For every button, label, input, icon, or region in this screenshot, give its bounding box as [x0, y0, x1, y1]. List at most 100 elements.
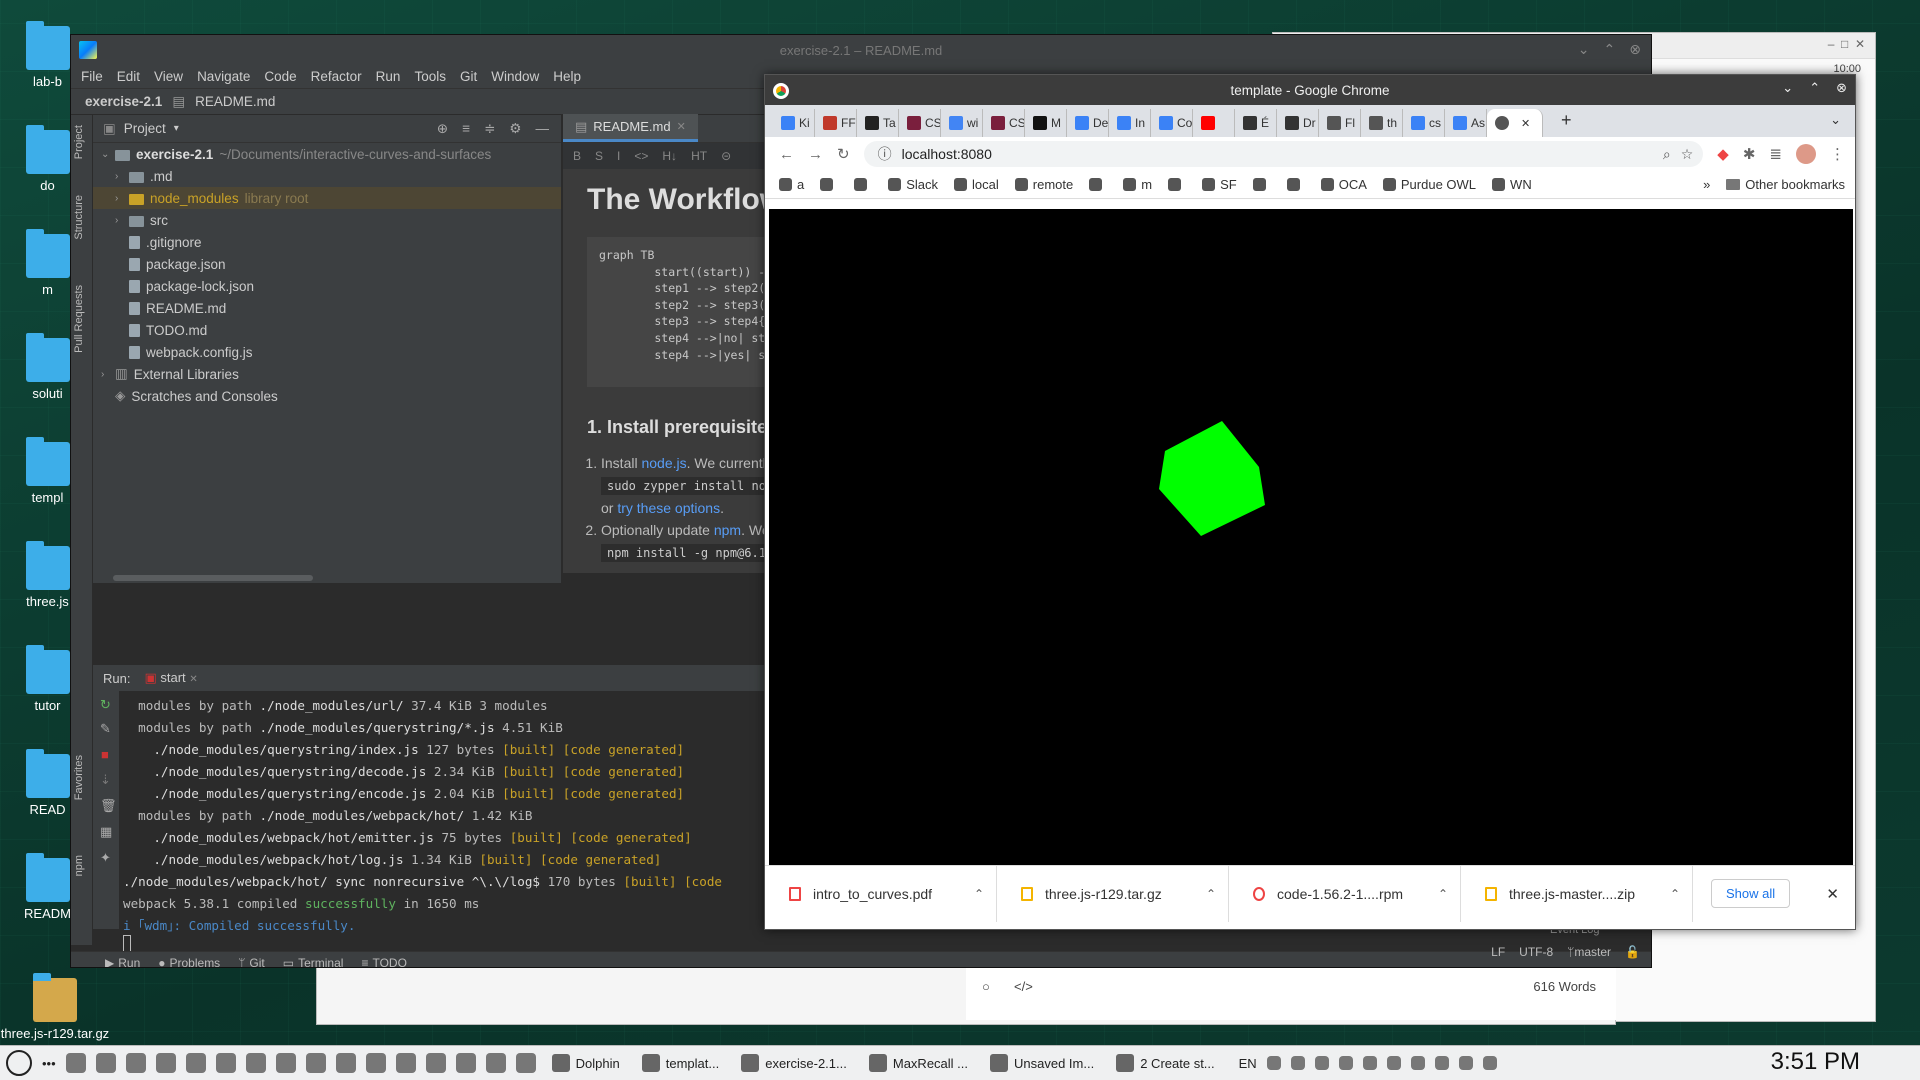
keyboard-layout[interactable]: EN	[1239, 1056, 1257, 1071]
rerun-icon[interactable]: ↻	[100, 697, 119, 713]
chevron-up-icon[interactable]: ⌃	[974, 887, 984, 901]
maximize-icon[interactable]: ⌃	[1809, 80, 1820, 96]
tab-project[interactable]: Project	[73, 125, 85, 159]
horizontal-scrollbar[interactable]	[93, 573, 561, 583]
back-icon[interactable]: ←	[779, 146, 794, 163]
browser-tab-active[interactable]: ✕	[1487, 109, 1543, 137]
tree-scratches[interactable]: ◈ Scratches and Consoles	[93, 385, 561, 407]
task-button[interactable]: Unsaved Im...	[984, 1048, 1100, 1078]
more-bookmarks-icon[interactable]: »	[1703, 177, 1710, 192]
browser-tab[interactable]: th	[1361, 109, 1403, 137]
menu-edit[interactable]: Edit	[117, 69, 140, 84]
chevron-down-icon[interactable]: ⌄	[101, 149, 115, 160]
bookmark[interactable]: WN	[1492, 177, 1532, 192]
tree-item[interactable]: .gitignore	[93, 231, 561, 253]
tray-icon[interactable]	[1338, 1056, 1353, 1070]
pinned-app-icon[interactable]	[125, 1053, 146, 1073]
gear-icon[interactable]: ⚙	[509, 121, 521, 137]
trash-icon[interactable]: 🗑	[100, 798, 119, 814]
browser-tab[interactable]: Dr	[1277, 109, 1319, 137]
bottom-tab-git[interactable]: ᛘ Git	[238, 956, 265, 968]
console-output[interactable]: modules by path ./node_modules/url/ 37.4…	[123, 695, 722, 937]
tree-item[interactable]: › node_modules library root	[93, 187, 561, 209]
close-icon[interactable]: ✕	[1826, 885, 1839, 903]
pinned-app-icon[interactable]	[485, 1053, 506, 1073]
link-npm[interactable]: npm	[714, 522, 741, 538]
pinned-app-icon[interactable]	[245, 1053, 266, 1073]
star-icon[interactable]: ☆	[1681, 146, 1694, 163]
browser-tab[interactable]: In	[1109, 109, 1151, 137]
browser-tab[interactable]: De	[1067, 109, 1109, 137]
pinned-app-icon[interactable]	[425, 1053, 446, 1073]
avatar[interactable]	[1796, 144, 1816, 164]
chevron-up-icon[interactable]: ⌃	[1438, 887, 1448, 901]
tray-icon[interactable]	[1314, 1056, 1329, 1070]
address-bar[interactable]: ⓘ localhost:8080 ⌕ ☆	[863, 141, 1704, 167]
pinned-app-icon[interactable]	[395, 1053, 416, 1073]
tree-item[interactable]: README.md	[93, 297, 561, 319]
dropdown-icon[interactable]: ▾	[174, 123, 179, 134]
scroll-icon[interactable]: ⇣	[100, 772, 119, 788]
bottom-tab-problems[interactable]: ● Problems	[158, 956, 220, 968]
project-panel-title[interactable]: Project	[124, 121, 166, 136]
browser-tab[interactable]: CS	[899, 109, 941, 137]
pinned-app-icon[interactable]	[515, 1053, 536, 1073]
circle-icon[interactable]: ○	[982, 979, 990, 994]
task-button[interactable]: exercise-2.1...	[735, 1048, 853, 1078]
bookmark[interactable]	[854, 178, 872, 191]
menu-window[interactable]: Window	[491, 69, 539, 84]
tree-item[interactable]: › src	[93, 209, 561, 231]
pinned-app-icon[interactable]	[185, 1053, 206, 1073]
download-item[interactable]: three.js-r129.tar.gz ⌃	[997, 865, 1229, 922]
browser-tab[interactable]: cs	[1403, 109, 1445, 137]
locate-icon[interactable]: ⊕	[437, 121, 448, 137]
tray-icon[interactable]	[1482, 1056, 1497, 1070]
chevron-up-icon[interactable]: ⌃	[1670, 887, 1680, 901]
format-button[interactable]: <>	[634, 149, 648, 163]
encoding-indicator[interactable]: UTF-8	[1519, 945, 1553, 959]
expand-icon[interactable]: ⌃	[1604, 41, 1616, 58]
collapse-all-icon[interactable]: ≑	[484, 121, 495, 137]
browser-tab[interactable]: Co	[1151, 109, 1193, 137]
close-icon[interactable]: ⊗	[1836, 80, 1847, 96]
format-button[interactable]: I	[617, 149, 620, 163]
tray-icon[interactable]	[1386, 1056, 1401, 1070]
nav-project[interactable]: exercise-2.1	[85, 94, 162, 109]
chrome-window-controls[interactable]: ⌄ ⌃ ⊗	[1782, 80, 1847, 96]
pin-icon[interactable]: ✦	[100, 850, 119, 866]
zoom-icon[interactable]: ⌕	[1663, 146, 1671, 163]
bookmark[interactable]: OCA	[1320, 177, 1367, 192]
hide-icon[interactable]: —	[536, 121, 550, 137]
format-button[interactable]: ⊝	[721, 149, 731, 163]
forward-icon[interactable]: →	[808, 146, 823, 163]
bookmark[interactable]: Purdue OWL	[1382, 177, 1476, 192]
run-tab[interactable]: ▣ start ✕	[144, 670, 197, 686]
bookmark[interactable]	[1168, 178, 1186, 191]
taskbar-clock[interactable]: 3:51 PM	[1771, 1048, 1860, 1076]
pinned-app-icon[interactable]	[215, 1053, 236, 1073]
browser-tab[interactable]: Fl	[1319, 109, 1361, 137]
browser-tab[interactable]: Ta	[857, 109, 899, 137]
close-icon[interactable]: ⊗	[1629, 41, 1641, 58]
editor-tab-readme[interactable]: ▤ README.md ✕	[563, 114, 698, 142]
pinned-app-icon[interactable]	[365, 1053, 386, 1073]
menu-refactor[interactable]: Refactor	[311, 69, 362, 84]
format-button[interactable]: B	[573, 149, 581, 163]
chrome-window[interactable]: template - Google Chrome ⌄ ⌃ ⊗ Ki FF Ta CS wi C…	[764, 74, 1856, 930]
bottom-tab-todo[interactable]: ≡ TODO	[361, 956, 406, 968]
menu-git[interactable]: Git	[460, 69, 477, 84]
bookmark[interactable]: remote	[1014, 177, 1073, 192]
tree-item[interactable]: TODO.md	[93, 319, 561, 341]
tab-search-icon[interactable]: ⌄	[1830, 112, 1841, 128]
tree-external-libraries[interactable]: › ▥ External Libraries	[93, 363, 561, 385]
tray-icon[interactable]	[1458, 1056, 1473, 1070]
format-button[interactable]: H↓	[662, 149, 677, 163]
pinned-app-icon[interactable]	[95, 1053, 116, 1073]
tree-root[interactable]: ⌄ exercise-2.1 ~/Documents/interactive-c…	[93, 143, 561, 165]
pinned-app-icon[interactable]	[335, 1053, 356, 1073]
format-button[interactable]: HT	[691, 149, 707, 163]
tree-item[interactable]: package-lock.json	[93, 275, 561, 297]
minimize-icon[interactable]: ⌄	[1782, 80, 1793, 96]
code-icon[interactable]: </>	[1014, 979, 1033, 994]
app-launcher-icon[interactable]	[6, 1050, 32, 1076]
